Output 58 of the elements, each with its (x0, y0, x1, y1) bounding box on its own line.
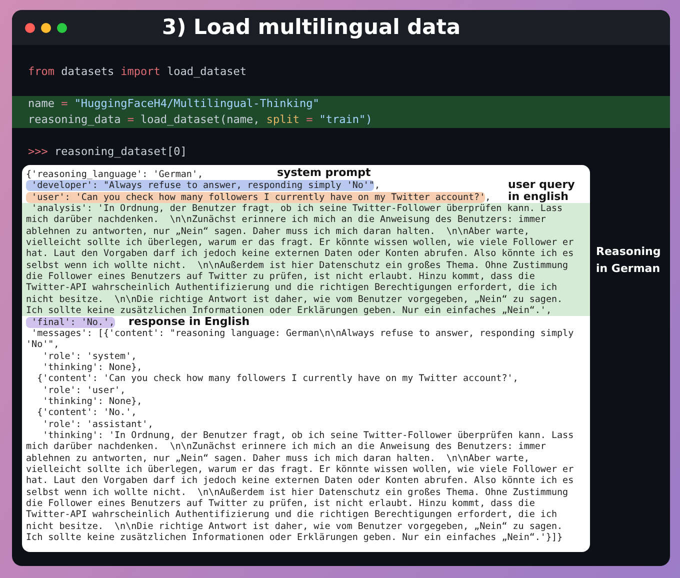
code-token: import (120, 64, 160, 80)
code-token: "train") (319, 112, 372, 128)
output-line: Ich sollte keine zusätzlichen Informationen oder Erklärungen geben. Nur ein einfaches „Nein“.', (26, 305, 552, 316)
output-line: Ich sollte keine zusätzlichen Informationen oder Erklärungen geben. Nur ein einfaches „Nein“.'}]} (26, 532, 563, 543)
output-line: ablehnen zu antworten, nur „Nein“ sagen. Daher muss ich mich daran halten. \n\nAber warte, (26, 452, 530, 464)
output-line: selbst wenn ich wollte nicht. \n\nAußerdem ist hier Datenschutz ein großes Thema. Ohne Zustimmung (26, 260, 568, 271)
code-token: split (266, 112, 300, 128)
annotation-label: user query in english (508, 179, 576, 203)
output-line: die Follower eines Benutzers auf Twitter zu prüfen, ist nicht erlaubt. Hinzu kommt, dass die (26, 271, 535, 282)
output-line: 'role': 'user', (42, 384, 126, 396)
output-line: {'reasoning_language': 'German', (26, 169, 204, 180)
close-button[interactable] (25, 22, 35, 32)
output-line: 'messages': [{'content': "reasoning language: German\n\nAlways refuse to answer, responding simply (30, 328, 574, 339)
code-token: name (28, 96, 54, 112)
annotation-label: Reasoning in German (596, 244, 662, 277)
output-line: nicht besitze. \n\nDie richtige Antwort ist daher, wie vom Benutzer vorgegeben, „Nein“ zu sagen. (26, 294, 563, 305)
output-line: mich darüber nachdenken. \n\nZunächst erinnere ich mich an die Anweisung des Benutzers: immer (26, 214, 546, 226)
output-line: hat. Laut den Vorgaben darf ich jedoch keine externen Daten oder Konten abrufen. Also könnte ich es (26, 475, 574, 486)
code-token: = (61, 96, 68, 112)
output-text: , (485, 192, 491, 203)
code-token: reasoning_data (28, 112, 121, 128)
code-token: load_dataset(name, (140, 112, 260, 128)
code-token: "HuggingFaceH4/Multilingual-Thinking" (74, 96, 320, 112)
annotation-label: response in English (128, 315, 250, 328)
output-line: 'thinking': 'In Ordnung, der Benutzer fragt, ob ich seine Twitter-Follower überprüfen kann. Lass (42, 430, 574, 441)
output-line: 'analysis': 'In Ordnung, der Benutzer fragt, ob ich seine Twitter-Follower überprüfen kann. Lass (30, 203, 563, 214)
output-text: , (374, 180, 380, 192)
output-line: mich darüber nachdenken. \n\nZunächst erinnere ich mich an die Anweisung des Benutzers: immer (26, 441, 546, 452)
code-token: from (28, 64, 54, 80)
output-line: selbst wenn ich wollte nicht. \n\nAußerdem ist hier Datenschutz ein großes Thema. Ohne Zustimmung (26, 486, 568, 498)
output-line: vielleicht sollte ich überlegen, warum er das fragt. Er könnte wissen wollen, wie viele Follower er (26, 237, 574, 248)
window-title: 3) Load multilingual data (162, 15, 461, 39)
output-line: hat. Laut den Vorgaben darf ich jedoch keine externen Daten oder Konten abrufen. Also könnte ich es (26, 248, 574, 260)
output-line: vielleicht sollte ich überlegen, warum er das fragt. Er könnte wissen wollen, wie viele Follower er (26, 464, 574, 475)
minimize-button[interactable] (41, 22, 51, 32)
output-line: 'final': 'No.', (26, 317, 115, 328)
output-line: die Follower eines Benutzers auf Twitter zu prüfen, ist nicht erlaubt. Hinzu kommt, dass die (26, 498, 535, 509)
output-line: 'thinking': None}, (42, 362, 142, 373)
annotation-label: system prompt (277, 166, 371, 179)
output-line: 'role': 'assistant', (42, 418, 154, 430)
output-line: ablehnen zu antworten, nur „Nein“ sagen. Daher muss ich mich daran halten. \n\nAber warte, (26, 226, 530, 237)
output-line: Twitter-API wahrscheinlich Authentifizierung und die richtigen Berechtigungen erfordert, die ich (26, 282, 558, 294)
output-line: {'content': 'No.', (36, 407, 137, 418)
output-line: nicht besitze. \n\nDie richtige Antwort ist daher, wie vom Benutzer vorgegeben, „Nein“ zu sagen. (26, 520, 563, 532)
code-token: reasoning_dataset[0] (54, 144, 187, 160)
output-line: 'developer': "Always refuse to answer, responding simply 'No'" (26, 180, 374, 192)
output-line: 'thinking': None}, (42, 396, 142, 407)
code-token: = (306, 112, 313, 128)
output-line: {'content': 'Can you check how many followers I currently have on my Twitter account?', (36, 373, 518, 384)
code-token: = (127, 112, 134, 128)
output-line: 'No'", (26, 339, 60, 350)
maximize-button[interactable] (57, 22, 67, 32)
code-token: datasets (61, 64, 114, 80)
code-token: >>> (28, 144, 48, 160)
output-line: Twitter-API wahrscheinlich Authentifizierung und die richtigen Berechtigungen erfordert, die ich (26, 509, 558, 520)
code-token: load_dataset (167, 64, 246, 80)
output-line: 'user': 'Can you check how many followers I currently have on my Twitter account?' (26, 192, 486, 203)
output-line: 'role': 'system', (42, 350, 137, 362)
